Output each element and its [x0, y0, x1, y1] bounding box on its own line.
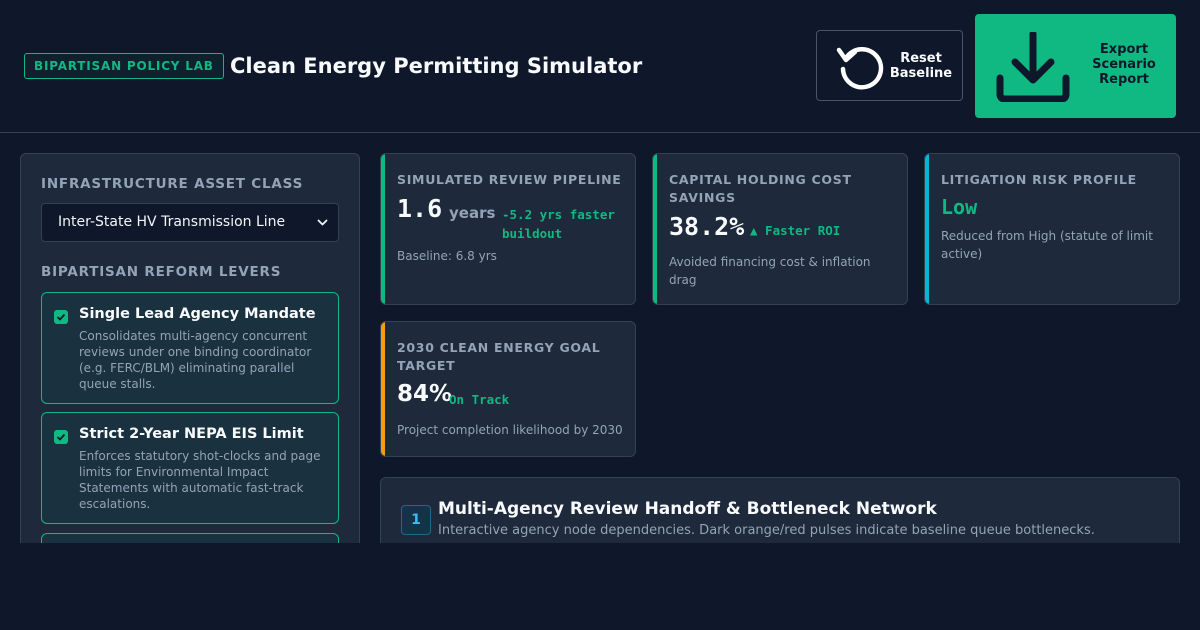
card-title: CAPITAL HOLDING COST SAVINGS — [669, 172, 852, 205]
download-icon — [996, 32, 1070, 102]
savings-note: Avoided financing cost & inflation drag — [669, 255, 871, 287]
goal-status: On Track — [449, 392, 510, 407]
goal-value: 84% — [397, 381, 453, 407]
lever-nepa-eis-limit[interactable]: Strict 2-Year NEPA EIS Limit Enforces st… — [41, 412, 339, 524]
lever-title: Strict 2-Year NEPA EIS Limit — [79, 426, 304, 442]
asset-class-label: INFRASTRUCTURE ASSET CLASS — [41, 176, 304, 192]
goal-card: 2030 CLEAN ENERGY GOAL TARGET 84% On Tra… — [380, 321, 636, 457]
litigation-card: LITIGATION RISK PROFILE Low Reduced from… — [924, 153, 1180, 305]
lever-description: Enforces statutory shot-clocks and page … — [79, 449, 321, 511]
pipeline-note: Baseline: 6.8 yrs — [397, 249, 497, 263]
lever-single-lead-agency[interactable]: Single Lead Agency Mandate Consolidates … — [41, 292, 339, 404]
network-title: Multi-Agency Review Handoff & Bottleneck… — [438, 499, 937, 519]
savings-value: 38.2% — [669, 212, 745, 241]
export-report-button[interactable]: Export Scenario Report — [975, 14, 1176, 118]
pipeline-delta: -5.2 yrs faster buildout — [502, 207, 615, 241]
step-badge: 1 — [401, 505, 431, 535]
litigation-note: Reduced from High (statute of limit acti… — [941, 229, 1153, 261]
controls-panel: INFRASTRUCTURE ASSET CLASS Inter-State H… — [20, 153, 360, 553]
refresh-icon — [836, 47, 884, 90]
savings-delta: ▲ Faster ROI — [750, 223, 841, 238]
app-title: Clean Energy Permitting Simulator — [230, 54, 643, 78]
asset-class-select[interactable]: Inter-State HV Transmission Line — [41, 203, 339, 242]
viewport-bottom — [0, 543, 1200, 630]
litigation-value: Low — [941, 195, 978, 219]
pipeline-card: SIMULATED REVIEW PIPELINE 1.6 years -5.2… — [380, 153, 636, 305]
lever-checkbox[interactable] — [54, 430, 68, 444]
chevron-down-icon — [317, 219, 328, 226]
card-title: 2030 CLEAN ENERGY GOAL TARGET — [397, 340, 601, 373]
lever-title: Single Lead Agency Mandate — [79, 306, 316, 322]
savings-card: CAPITAL HOLDING COST SAVINGS 38.2% ▲ Fas… — [652, 153, 908, 305]
reform-levers-label: BIPARTISAN REFORM LEVERS — [41, 264, 282, 280]
lever-description: Consolidates multi-agency concurrent rev… — [79, 329, 312, 391]
network-subtitle: Interactive agency node dependencies. Da… — [438, 523, 1095, 538]
pipeline-unit: years — [449, 204, 496, 222]
reset-baseline-button[interactable]: Reset Baseline — [816, 30, 963, 101]
app-header: BIPARTISAN POLICY LAB Clean Energy Permi… — [0, 0, 1200, 133]
goal-note: Project completion likelihood by 2030 — [397, 423, 623, 437]
card-title: LITIGATION RISK PROFILE — [941, 172, 1137, 187]
card-title: SIMULATED REVIEW PIPELINE — [397, 172, 622, 187]
org-badge: BIPARTISAN POLICY LAB — [24, 53, 224, 79]
reset-baseline-label: Reset Baseline — [889, 51, 953, 81]
lever-checkbox[interactable] — [54, 310, 68, 324]
export-report-label: Export Scenario Report — [1092, 42, 1156, 87]
pipeline-value: 1.6 — [397, 194, 443, 223]
asset-class-value: Inter-State HV Transmission Line — [58, 214, 286, 230]
